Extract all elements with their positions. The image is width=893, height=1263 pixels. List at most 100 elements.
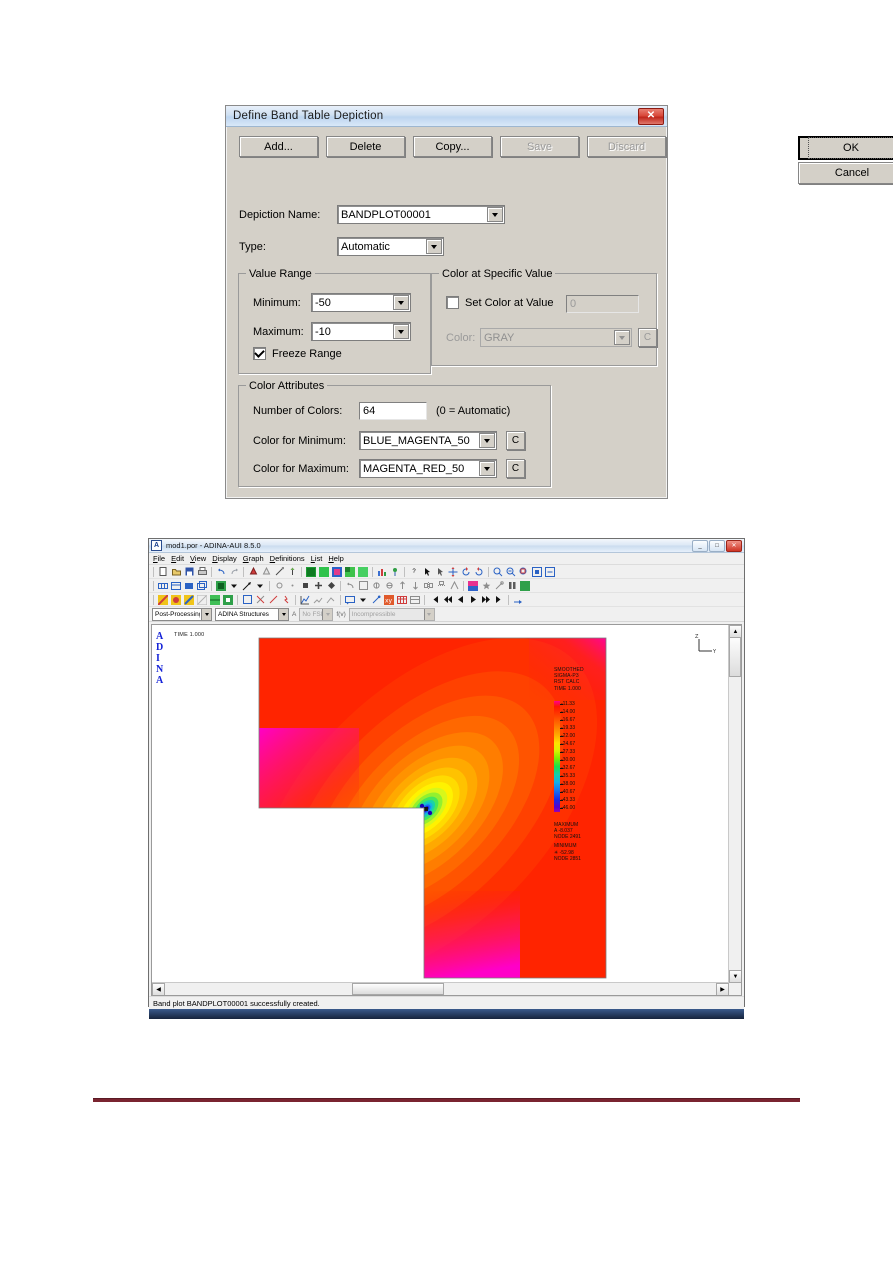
graph-plot-3-icon[interactable]: [325, 594, 337, 606]
chevron-down-icon[interactable]: [479, 433, 495, 448]
rotate-right-icon[interactable]: [473, 566, 485, 578]
graph-plot-2-icon[interactable]: [312, 594, 324, 606]
chevron-down-icon[interactable]: [479, 461, 495, 476]
pin-icon[interactable]: [286, 566, 298, 578]
scroll-left-button[interactable]: ◀: [152, 983, 165, 995]
zoom-out-icon[interactable]: [505, 566, 517, 578]
strain-plot-icon[interactable]: [170, 594, 182, 606]
number-of-colors-input[interactable]: 64: [359, 402, 427, 420]
rewind-icon[interactable]: [441, 594, 453, 606]
reaction-plot-icon[interactable]: [196, 594, 208, 606]
table-alt-icon[interactable]: [409, 594, 421, 606]
cut-plane-icon[interactable]: [254, 594, 266, 606]
surface-plot-icon[interactable]: [357, 566, 369, 578]
horizontal-scrollbar[interactable]: ◀ ▶: [152, 982, 729, 995]
save-icon[interactable]: [183, 566, 195, 578]
menu-item-edit[interactable]: Edit: [171, 554, 184, 563]
undo-view-icon[interactable]: [344, 580, 356, 592]
open-file-icon[interactable]: [170, 566, 182, 578]
mirror-alt-icon[interactable]: [435, 580, 447, 592]
columns-icon[interactable]: [506, 580, 518, 592]
program-combo[interactable]: Post-Processing: [152, 607, 212, 621]
close-icon[interactable]: ✕: [638, 107, 664, 125]
coordinate-icon[interactable]: xy: [383, 594, 395, 606]
minimum-combo[interactable]: -50: [311, 293, 411, 312]
minimize-icon[interactable]: _: [692, 539, 708, 552]
chevron-down-icon[interactable]: [393, 324, 409, 339]
color-map-icon[interactable]: [467, 580, 479, 592]
symmetry-icon[interactable]: [448, 580, 460, 592]
displacement-plot-icon[interactable]: [183, 594, 195, 606]
fracture-icon[interactable]: [280, 594, 292, 606]
axis-down-icon[interactable]: [409, 580, 421, 592]
previous-frame-icon[interactable]: [454, 594, 466, 606]
table-icon[interactable]: [396, 594, 408, 606]
cancel-button[interactable]: Cancel: [798, 162, 893, 184]
fast-forward-icon[interactable]: [480, 594, 492, 606]
add-button[interactable]: Add...: [239, 136, 318, 157]
type-combo[interactable]: Automatic: [337, 237, 444, 256]
band-table-icon[interactable]: [209, 594, 221, 606]
probe-icon[interactable]: [273, 566, 285, 578]
contour-plot-icon[interactable]: [318, 566, 330, 578]
dropdown-arrow-icon[interactable]: [254, 580, 266, 592]
maximize-icon[interactable]: □: [709, 539, 725, 552]
cut-plane-alt-icon[interactable]: [267, 594, 279, 606]
module-combo[interactable]: ADINA Structures: [215, 607, 289, 621]
mesh-plot-copy-icon[interactable]: [196, 580, 208, 592]
reset-view-icon[interactable]: [544, 566, 556, 578]
color-for-minimum-combo[interactable]: BLUE_MAGENTA_50: [359, 431, 497, 450]
first-frame-icon[interactable]: [428, 594, 440, 606]
chevron-down-icon[interactable]: [426, 239, 442, 254]
vector-arrow-icon[interactable]: [241, 580, 253, 592]
set-color-at-value-checkbox[interactable]: [446, 296, 459, 309]
select-arrow-icon[interactable]: [421, 566, 433, 578]
pick-icon[interactable]: [434, 566, 446, 578]
color-for-maximum-picker-button[interactable]: C: [506, 459, 525, 478]
measure-icon[interactable]: [493, 580, 505, 592]
mirror-icon[interactable]: [422, 580, 434, 592]
color-for-minimum-picker-button[interactable]: C: [506, 431, 525, 450]
menu-item-graph[interactable]: Graph: [243, 554, 264, 563]
chevron-down-icon[interactable]: [201, 608, 211, 620]
annotation-icon[interactable]: [344, 594, 356, 606]
rotate-left-icon[interactable]: [460, 566, 472, 578]
depiction-name-combo[interactable]: BANDPLOT00001: [337, 205, 505, 224]
freeze-range-checkbox[interactable]: [253, 347, 266, 360]
close-icon[interactable]: ✕: [726, 539, 742, 552]
menu-item-list[interactable]: List: [311, 554, 323, 563]
scroll-down-button[interactable]: ▼: [729, 970, 741, 983]
mesh-tool-light-icon[interactable]: [260, 566, 272, 578]
pan-icon[interactable]: [447, 566, 459, 578]
square-symbol-icon[interactable]: [299, 580, 311, 592]
mesh-plot-delete-icon[interactable]: [183, 580, 195, 592]
scroll-right-button[interactable]: ▶: [716, 983, 729, 995]
graph-plot-icon[interactable]: [299, 594, 311, 606]
menu-item-help[interactable]: Help: [328, 554, 343, 563]
menu-item-display[interactable]: Display: [212, 554, 237, 563]
fit-icon[interactable]: [531, 566, 543, 578]
element-plot-icon[interactable]: [344, 566, 356, 578]
text-annotation-icon[interactable]: [370, 594, 382, 606]
menu-item-definitions[interactable]: Definitions: [270, 554, 305, 563]
mesh-tool-icon[interactable]: [247, 566, 259, 578]
point-symbol-icon[interactable]: [286, 580, 298, 592]
node-symbol-icon[interactable]: [273, 580, 285, 592]
plot-canvas[interactable]: A D I N A TIME 1.000 SMOOTHED SIGMA-P3 R…: [152, 625, 729, 983]
chevron-down-icon[interactable]: [393, 295, 409, 310]
axis-up-icon[interactable]: [396, 580, 408, 592]
cross-symbol-icon[interactable]: [312, 580, 324, 592]
dropdown-arrow-icon[interactable]: [357, 594, 369, 606]
maximum-combo[interactable]: -10: [311, 322, 411, 341]
redo-icon[interactable]: [228, 566, 240, 578]
menu-item-view[interactable]: View: [190, 554, 206, 563]
chevron-down-icon[interactable]: [278, 608, 288, 620]
ok-button[interactable]: OK: [798, 136, 893, 160]
zoom-window-icon[interactable]: [518, 566, 530, 578]
menu-item-file[interactable]: File: [153, 554, 165, 563]
legend-toggle-icon[interactable]: [519, 580, 531, 592]
stress-plot-icon[interactable]: [157, 594, 169, 606]
zoom-in-icon[interactable]: [492, 566, 504, 578]
diamond-symbol-icon[interactable]: [325, 580, 337, 592]
band-plot-icon[interactable]: [305, 566, 317, 578]
